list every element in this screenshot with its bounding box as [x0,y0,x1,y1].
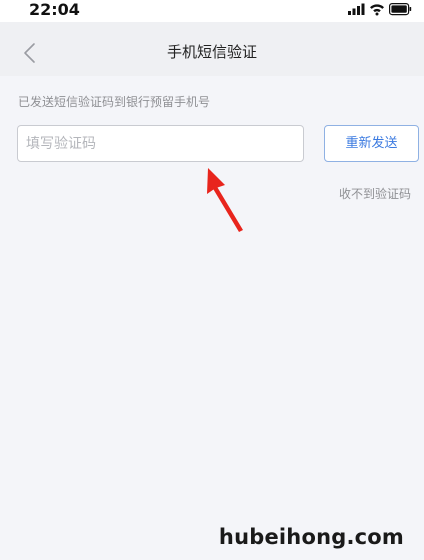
resend-button[interactable]: 重新发送 [324,125,419,162]
status-bar: 22:04 [0,0,424,22]
verification-code-input[interactable] [17,125,304,162]
no-code-link[interactable]: 收不到验证码 [339,186,411,202]
red-arrow-icon [207,168,243,232]
page-title: 手机短信验证 [166,43,257,61]
wifi-icon [370,4,384,16]
status-time: 22:04 [29,0,80,19]
watermark: hubeihong.com [218,525,404,549]
cellular-signal-icon [348,3,365,15]
battery-icon [389,3,412,16]
status-icons [348,3,412,16]
nav-bar: 手机短信验证 [0,22,424,76]
sms-sent-hint: 已发送短信验证码到银行预留手机号 [18,95,211,109]
